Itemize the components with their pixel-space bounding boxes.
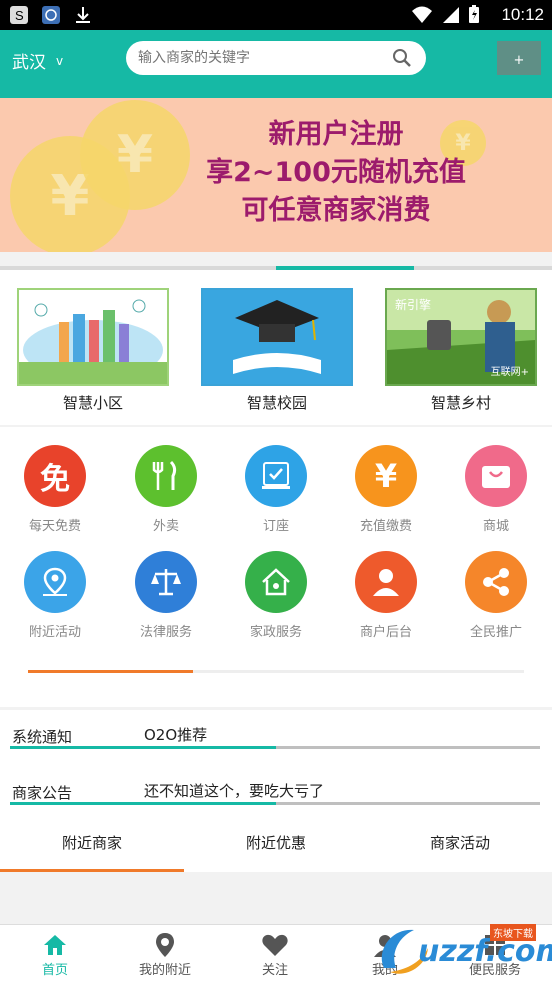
card-image-caption: 新引擎 [395,298,432,312]
chevron-down-icon: v [56,53,64,68]
merchant-user-icon [355,551,417,613]
smart-community-image [17,288,169,386]
grid-item-mall[interactable]: 商城 [451,445,541,534]
grid-label: 家政服务 [249,625,302,640]
banner-line: 可任意商家消费 [241,195,431,226]
card-image-caption: 互联网+ [490,367,529,378]
nav-label: 首页 [41,963,68,978]
wifi-icon [410,4,434,28]
tab-nearby-merchants[interactable]: 附近商家 [0,832,184,853]
card-smart-campus[interactable]: 智慧校园 [201,288,353,413]
search-icon[interactable] [392,48,412,72]
fork-knife-icon [135,445,197,507]
watermark-subtext: 东坡下载 [490,924,536,941]
sync-app-icon [40,4,62,26]
notice-text[interactable]: 还不知道这个，要吃大亏了 [144,780,324,801]
grid-label: 每天免费 [28,519,81,534]
active-tab-underline [0,869,184,872]
notice-text[interactable]: O2O推荐 [144,724,207,745]
grid-label: 附近活动 [28,625,81,640]
grid-label: 法律服务 [139,625,192,640]
shopping-bag-icon [465,445,527,507]
city-label: 武汉 [12,53,46,73]
watermark-logo: uzzf.com 东坡下载 [374,920,552,982]
feature-cards: 智慧小区 智慧校园 新引擎 互联网+ 智慧乡村 [0,270,552,425]
card-label: 智慧校园 [246,394,307,412]
coin-graphic: ¥ [80,100,190,210]
grid-label: 全民推广 [469,625,522,640]
grid-label: 商城 [482,519,509,534]
card-smart-village[interactable]: 新引擎 互联网+ 智慧乡村 [385,288,537,413]
search-box[interactable] [126,41,426,75]
grid-item-takeout[interactable]: 外卖 [121,445,211,534]
grid-label: 充值缴费 [359,519,412,534]
city-selector[interactable]: 武汉 v [12,48,63,73]
nav-follow[interactable]: 关注 [220,931,330,978]
tab-merchant-events[interactable]: 商家活动 [368,832,552,853]
download-icon [72,4,94,26]
tab-nearby-deals[interactable]: 附近优惠 [184,832,368,853]
nav-label: 关注 [261,963,288,978]
nav-home[interactable]: 首页 [0,931,110,978]
scales-icon [135,551,197,613]
card-label: 智慧乡村 [430,394,491,412]
system-notice-row[interactable]: 系统通知 O2O推荐 [0,710,552,766]
location-icon [24,551,86,613]
smart-village-image: 新引擎 互联网+ [385,288,537,386]
nav-label: 我的附近 [138,963,191,978]
banner-text: 新用户注册 享2~100元随机充值 可任意商家消费 [186,116,486,230]
grid-label: 外卖 [152,519,179,534]
grid-item-legal[interactable]: 法律服务 [121,551,211,640]
grid-label: 商户后台 [359,625,412,640]
map-pin-icon [110,931,220,959]
status-time: 10:12 [501,5,544,24]
smart-campus-image [201,288,353,386]
grid-item-promote[interactable]: 全民推广 [451,551,541,640]
share-icon [465,551,527,613]
notice-label: 商家公告 [12,784,73,802]
heart-icon [220,931,330,959]
grid-item-nearby-activity[interactable]: 附近活动 [10,551,100,640]
service-grid: 免 每天免费 外卖 订座 ¥ 充值缴费 商城 附近活动 法律服务 家政服务 商户… [0,427,552,707]
reserve-icon [245,445,307,507]
home-icon [0,931,110,959]
nav-nearby[interactable]: 我的附近 [110,931,220,978]
banner-line: 享2~100元随机充值 [206,157,466,188]
add-button[interactable]: + [497,41,541,75]
promo-banner[interactable]: ¥ ¥ ¥ 新用户注册 享2~100元随机充值 可任意商家消费 [0,98,552,252]
card-label: 智慧小区 [62,394,123,412]
grid-item-reserve[interactable]: 订座 [231,445,321,534]
grid-label: 订座 [262,519,289,534]
battery-icon [468,4,480,28]
card-smart-community[interactable]: 智慧小区 [17,288,169,413]
banner-line: 新用户注册 [268,119,404,150]
grid-item-housekeeping[interactable]: 家政服务 [231,551,321,640]
notice-label: 系统通知 [12,728,73,746]
signal-icon [442,4,460,28]
svg-text:S: S [15,8,24,23]
s-app-icon: S [8,4,30,26]
grid-page-indicator [28,670,524,673]
grid-item-free[interactable]: 免 每天免费 [10,445,100,534]
grid-item-merchant-backend[interactable]: 商户后台 [341,551,431,640]
search-input[interactable] [138,47,378,69]
home-service-icon [245,551,307,613]
yuan-icon: ¥ [355,445,417,507]
grid-item-recharge[interactable]: ¥ 充值缴费 [341,445,431,534]
free-icon: 免 [24,445,86,507]
merchant-tabs: 附近商家 附近优惠 商家活动 [0,814,552,872]
top-bar: 武汉 v + [0,30,552,98]
status-bar: S 10:12 [0,0,552,30]
